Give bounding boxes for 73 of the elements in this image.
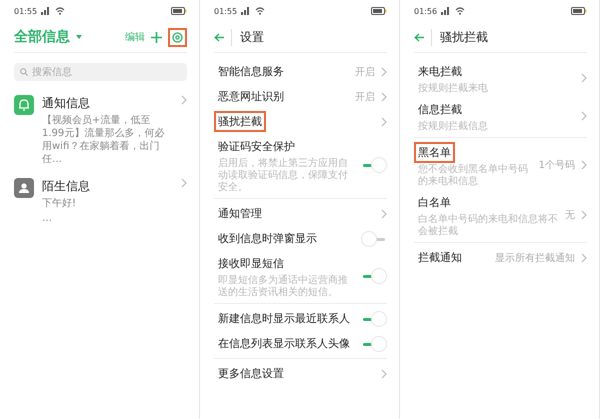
message-preview: … [42,212,53,225]
battery-icon [171,7,187,15]
setting-value: 开启 [355,90,375,104]
setting-value: 开启 [355,66,375,78]
setting-label[interactable]: 收到信息时弹窗显示 [214,228,321,249]
chevron-icon[interactable] [380,92,387,102]
person-icon [14,178,34,198]
message-preview: 下午好! [42,197,78,210]
back-arrow-icon[interactable] [214,32,225,42]
toggle-switch[interactable] [361,157,387,173]
signal-icon [241,7,252,15]
chevron-icon[interactable] [380,368,387,378]
setting-label[interactable]: 智能信息服务 [214,61,288,82]
chevron-icon[interactable] [180,178,187,188]
setting-description: 启用后，将禁止第三方应用自动读取验证码信息，保障支付安全。 [217,158,349,194]
chevron-icon[interactable] [580,73,587,83]
setting-description: 您不会收到黑名单中号码的来电和信息 [417,164,529,188]
setting-label[interactable]: 新建信息时显示最近联系人 [214,308,354,329]
setting-label[interactable]: 验证码安全保护 [214,136,299,157]
bell-icon [14,95,34,115]
screen-title: 设置 [231,28,264,46]
signal-icon [41,7,52,15]
setting-description: 按规则拦截信息 [417,121,489,133]
wifi-icon [455,7,466,15]
status-time: 01:56 [414,6,438,16]
toggle-switch[interactable] [361,268,387,284]
setting-label[interactable]: 在信息列表显示联系人头像 [214,333,354,354]
thread-name: 通知信息 [42,95,91,112]
search-field[interactable]: 搜索信息 [32,66,152,78]
status-time: 01:55 [214,6,238,16]
battery-icon [571,7,587,15]
chevron-icon[interactable] [580,210,587,220]
plus-icon[interactable] [151,32,162,42]
setting-label[interactable]: 来电拦截 [414,61,466,82]
setting-value: 显示所有拦截通知 [495,252,575,264]
thread-name: 陌生信息 [42,178,91,195]
chevron-icon[interactable] [580,252,587,262]
setting-label[interactable]: 恶意网址识别 [214,86,288,107]
chevron-icon[interactable] [380,66,387,76]
setting-description: 白名单中号码的来电和信息将不会被拦截 [417,214,559,238]
chevron-icon[interactable] [180,95,187,105]
signal-icon [441,7,452,15]
screen-title: 骚扰拦截 [431,28,488,46]
setting-label[interactable]: 骚扰拦截 [214,111,266,132]
toggle-switch[interactable] [361,310,387,326]
battery-icon [371,7,387,15]
setting-label[interactable]: 黑名单 [414,142,455,163]
chevron-icon[interactable] [380,116,387,126]
back-arrow-icon[interactable] [414,32,425,42]
toggle-switch[interactable] [361,230,387,246]
search-bar[interactable]: 搜索信息 [14,63,187,81]
setting-label[interactable]: 信息拦截 [414,99,466,120]
settings-icon [172,32,183,42]
message-preview: 【视频会员+流量，低至1.99元】流量那么多，何必用wifi？在家躺着看，出门任… [42,114,166,166]
setting-label[interactable]: 通知管理 [214,203,266,224]
chevron-icon[interactable] [380,208,387,218]
setting-description: 即显短信多为通话中运营商推送的生活资讯相关的短信。 [217,275,349,299]
chevron-icon[interactable] [580,111,587,121]
setting-label[interactable]: 接收即显短信 [214,253,288,274]
dropdown-caret-icon [76,35,82,39]
setting-label[interactable]: 白名单 [414,192,455,213]
settings-button[interactable] [168,28,187,46]
toggle-switch[interactable] [361,336,387,352]
setting-label[interactable]: 拦截通知 [414,247,466,268]
wifi-icon [255,7,266,15]
search-icon [20,68,28,76]
chevron-icon[interactable] [580,160,587,170]
setting-label[interactable]: 更多信息设置 [214,363,288,384]
setting-value: 无 [565,209,575,222]
wifi-icon [55,7,66,15]
status-time: 01:55 [14,6,38,16]
setting-value: 1个号码 [538,159,575,172]
setting-description: 按规则拦截来电 [417,83,489,95]
